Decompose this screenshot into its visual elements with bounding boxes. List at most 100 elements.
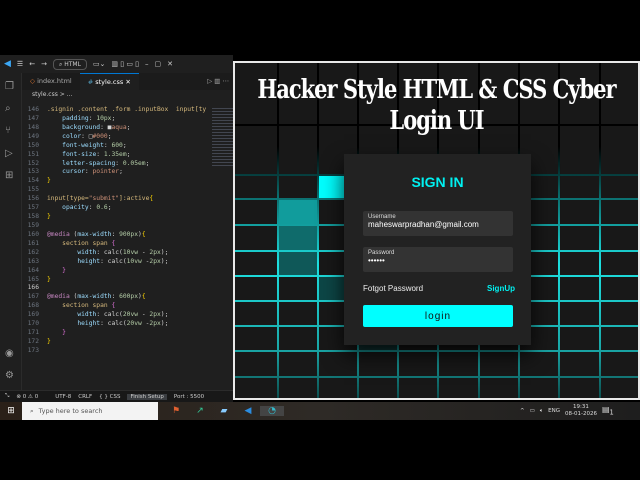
notepad-icon[interactable]: ▰: [212, 406, 236, 416]
code-line[interactable]: 159: [22, 222, 212, 231]
minimap[interactable]: [212, 106, 233, 166]
code-token: :: [96, 150, 104, 158]
forward-icon[interactable]: →: [41, 60, 47, 68]
minimize-icon[interactable]: –: [145, 60, 149, 68]
tab-style-css[interactable]: # style.css ✕: [79, 73, 139, 90]
language-mode[interactable]: { } CSS: [99, 394, 120, 400]
settings-gear-icon[interactable]: ⚙: [5, 370, 14, 381]
clock[interactable]: 19:31 08-01-2026: [565, 404, 597, 418]
code-line[interactable]: 151 font-size: 1.35em;: [22, 151, 212, 160]
grid-cell: [279, 352, 317, 376]
code-editor[interactable]: 146 .signin .content .form .inputBox inpu…: [22, 106, 212, 356]
problems-indicator[interactable]: ⊗ 0 ⚠ 0: [16, 394, 38, 400]
code-line[interactable]: 170 height: calc(20vw -2px);: [22, 320, 212, 329]
search-placeholder: Type here to search: [38, 407, 103, 415]
app-icon[interactable]: ↗: [188, 406, 212, 416]
run-debug-icon[interactable]: ▷: [5, 148, 13, 159]
code-line[interactable]: 171 }: [22, 329, 212, 338]
code-line[interactable]: 173: [22, 347, 212, 356]
code-line[interactable]: 160 @media (max-width: 900px){: [22, 231, 212, 240]
grid-cell: [279, 327, 317, 350]
code-line[interactable]: 164 }: [22, 267, 212, 276]
grid-cell: [560, 378, 599, 398]
code-line[interactable]: 156 input[type= "submit"]:active{: [22, 195, 212, 204]
code-line[interactable]: 150 font-weight: 600;: [22, 142, 212, 151]
close-icon[interactable]: ✕: [167, 60, 173, 68]
grid-cell: [601, 252, 638, 275]
password-field[interactable]: Password ••••••: [363, 247, 513, 272]
edge-icon[interactable]: ◔: [260, 406, 284, 416]
code-line[interactable]: 153 cursor: pointer;: [22, 168, 212, 177]
code-line[interactable]: 157 opacity: 0.6;: [22, 204, 212, 213]
vscode-taskbar-icon[interactable]: ◀: [236, 406, 260, 416]
code-line[interactable]: 161 section span {: [22, 240, 212, 249]
code-token: ;: [145, 159, 150, 167]
grid-cell: [319, 378, 357, 398]
code-line[interactable]: 148 background: ■ aqua;: [22, 124, 212, 133]
close-tab-icon[interactable]: ✕: [125, 78, 130, 86]
grid-cell: [235, 302, 277, 325]
search-icon[interactable]: ⌕: [5, 103, 11, 114]
line-number: 158: [27, 213, 39, 221]
code-line[interactable]: 146 .signin .content .form .inputBox inpu…: [22, 106, 212, 115]
explorer-icon[interactable]: ❐: [5, 81, 14, 92]
grid-cell: [235, 226, 277, 250]
windows-start-icon[interactable]: ⊞: [0, 406, 22, 416]
grid-cell: [601, 277, 638, 300]
code-token: -: [141, 257, 150, 265]
code-line[interactable]: 167 @media (max-width: 600px){: [22, 293, 212, 302]
login-button[interactable]: login: [363, 305, 513, 327]
code-line[interactable]: 162 width: calc(10vw - 2px);: [22, 249, 212, 258]
code-line[interactable]: 169 width: calc(20vw - 2px);: [22, 311, 212, 320]
code-line[interactable]: 154}: [22, 177, 212, 186]
code-line[interactable]: 165}: [22, 276, 212, 285]
tab-index-html[interactable]: ◇ index.html: [22, 73, 80, 90]
code-line[interactable]: 158}: [22, 213, 212, 222]
code-line[interactable]: 149 color: □ #000;: [22, 133, 212, 142]
app-icon[interactable]: ⚑: [164, 406, 188, 416]
source-control-icon[interactable]: ⑂: [5, 125, 11, 136]
code-token: ;: [122, 141, 127, 149]
grid-cell: [560, 226, 599, 250]
finish-setup-button[interactable]: Finish Setup: [127, 393, 167, 400]
extensions-icon[interactable]: ⊞: [5, 170, 13, 181]
grid-cell: [279, 226, 317, 250]
language-indicator[interactable]: ENG: [548, 408, 560, 414]
volume-icon[interactable]: 🔈︎: [540, 408, 543, 415]
copilot-icon[interactable]: ▭⌄: [93, 60, 105, 68]
eol[interactable]: CRLF: [78, 394, 92, 400]
line-number: 147: [27, 114, 39, 122]
username-field[interactable]: Username maheswarpradhan@gmail.com: [363, 211, 513, 236]
chevron-up-icon[interactable]: ^: [520, 408, 525, 414]
remote-icon[interactable]: ⤡: [5, 393, 9, 400]
live-server-port[interactable]: Port : 5500: [174, 394, 204, 400]
forgot-password-link[interactable]: Fotgot Password: [363, 284, 423, 293]
command-search[interactable]: ⌕ HTML: [52, 58, 87, 70]
run-split-icons[interactable]: ▷ ▥ ⋯: [207, 73, 233, 90]
grid-cell: [439, 378, 478, 398]
taskbar-search[interactable]: ⌕ Type here to search: [22, 402, 158, 420]
account-icon[interactable]: ◉: [5, 348, 14, 359]
breadcrumb[interactable]: style.css > ...: [22, 90, 233, 100]
code-token: );: [160, 320, 169, 328]
encoding[interactable]: UTF-8: [55, 394, 71, 400]
code-line[interactable]: 172}: [22, 338, 212, 347]
tab-label: style.css: [95, 78, 124, 86]
menu-icon[interactable]: ☰: [17, 60, 23, 68]
back-icon[interactable]: ←: [29, 60, 35, 68]
code-line[interactable]: 147 padding: 10px;: [22, 115, 212, 124]
notification-icon[interactable]: ▤1: [602, 405, 614, 417]
code-token: :: [88, 114, 97, 122]
grid-cell: [480, 352, 518, 376]
code-line[interactable]: 163 height: calc(10vw -2px);: [22, 258, 212, 267]
network-icon[interactable]: ▭: [530, 408, 535, 414]
code-line[interactable]: 155: [22, 186, 212, 195]
layout-icon[interactable]: ▥ ▯ ▭ ▯: [111, 60, 139, 68]
maximize-icon[interactable]: ▢: [155, 60, 162, 68]
code-line[interactable]: 166: [22, 284, 212, 293]
code-line[interactable]: 152 letter-spacing: 0.05em;: [22, 160, 212, 169]
code-line[interactable]: 168 section span {: [22, 302, 212, 311]
signup-link[interactable]: SignUp: [487, 284, 515, 293]
grid-cell: [279, 176, 317, 198]
